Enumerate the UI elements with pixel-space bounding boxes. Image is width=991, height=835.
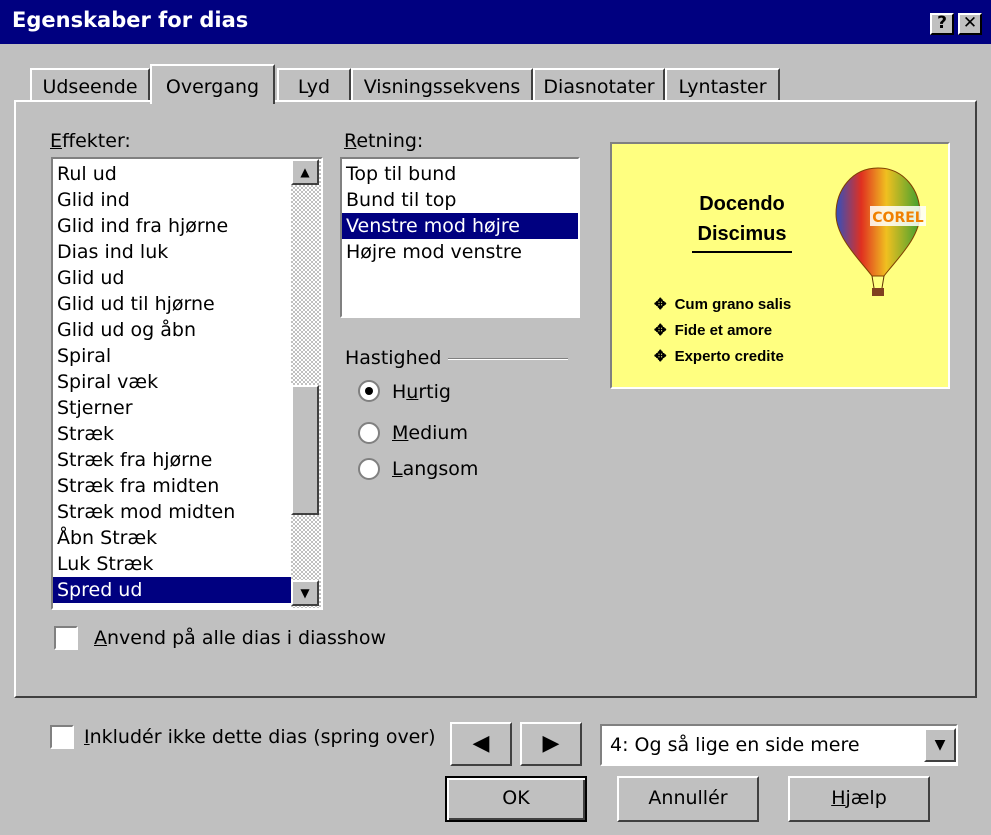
preview-bullets: ✥ Cum grano salis ✥ Fide et amore ✥ Experto c…: [654, 292, 791, 370]
ok-button[interactable]: OK: [445, 776, 587, 822]
preview-bullet-text: Fide et amore: [674, 322, 773, 339]
direction-label: Retning:: [344, 130, 424, 152]
effects-listbox[interactable]: Rul ud Glid ind Glid ind fra hjørne Dias in…: [51, 157, 323, 610]
preview-title: Docendo Discimus: [672, 189, 812, 249]
effect-item[interactable]: Spred ud: [53, 577, 291, 603]
tab-overgang[interactable]: Overgang: [150, 64, 275, 104]
effect-item[interactable]: Glid ud til hjørne: [53, 291, 291, 317]
direction-listbox[interactable]: Top til bund Bund til top Venstre mod højr…: [340, 157, 580, 318]
close-icon[interactable]: ✕: [958, 13, 982, 35]
effect-item[interactable]: Dias ind luk: [53, 239, 291, 265]
effect-item[interactable]: Spiral væk: [53, 369, 291, 395]
effect-item[interactable]: Glid ud og åbn: [53, 317, 291, 343]
tab-visningssekvens[interactable]: Visningssekvens: [351, 68, 533, 102]
tab-udseende[interactable]: Udseende: [30, 68, 150, 102]
bullet-icon: ✥: [654, 348, 667, 365]
speed-radio-hurtig[interactable]: [358, 380, 380, 402]
effect-item[interactable]: Glid ind fra hjørne: [53, 213, 291, 239]
tab-lyd[interactable]: Lyd: [277, 68, 351, 102]
speed-option-hurtig[interactable]: Hurtig: [392, 381, 451, 403]
tab-panel: Effekter: Rul ud Glid ind Glid ind fra hjø…: [14, 100, 977, 698]
window-title: Egenskaber for dias: [12, 8, 249, 32]
effect-item[interactable]: Stræk: [53, 421, 291, 447]
balloon-icon: COREL: [835, 167, 926, 296]
skip-slide-label[interactable]: Inkludér ikke dette dias (spring over): [84, 726, 436, 748]
apply-all-label[interactable]: Anvend på alle dias i diasshow: [94, 627, 386, 649]
effect-item[interactable]: Stræk mod midten: [53, 499, 291, 525]
next-slide-button[interactable]: ▶: [520, 722, 582, 766]
scroll-thumb[interactable]: [291, 385, 319, 515]
preview-title-line1: Docendo: [699, 193, 785, 215]
chevron-down-icon[interactable]: ▼: [924, 728, 956, 762]
effects-scrollbar[interactable]: ▲ ▼: [291, 159, 321, 608]
direction-item[interactable]: Bund til top: [342, 187, 578, 213]
effect-item[interactable]: Glid ind: [53, 187, 291, 213]
speed-option-langsom[interactable]: Langsom: [392, 458, 478, 480]
effect-item[interactable]: Stræk fra hjørne: [53, 447, 291, 473]
direction-item[interactable]: Højre mod venstre: [342, 239, 578, 265]
bullet-icon: ✥: [654, 296, 667, 313]
effect-item[interactable]: Spiral: [53, 343, 291, 369]
preview-bullet: ✥ Cum grano salis: [654, 292, 791, 318]
preview-title-line2: Discimus: [697, 223, 787, 245]
preview-bullet-text: Experto credite: [674, 348, 784, 365]
effects-label: Effekter:: [50, 130, 131, 152]
preview-bullet: ✥ Experto credite: [654, 344, 791, 370]
bullet-icon: ✥: [654, 322, 667, 339]
effect-item[interactable]: Stjerner: [53, 395, 291, 421]
apply-all-checkbox[interactable]: [54, 626, 78, 650]
effects-label-text: ffekter:: [62, 130, 131, 152]
radio-selected-dot: [365, 387, 373, 395]
help-button[interactable]: Hjælp: [788, 776, 930, 822]
speed-option-medium[interactable]: Medium: [392, 422, 468, 444]
preview-bullet-text: Cum grano salis: [674, 296, 792, 313]
direction-label-text: etning:: [356, 130, 424, 152]
effect-item[interactable]: Rul ud: [53, 161, 291, 187]
speed-radio-langsom[interactable]: [358, 458, 380, 480]
effect-item[interactable]: Stræk fra midten: [53, 473, 291, 499]
speed-groupline: [448, 358, 568, 360]
help-title-button[interactable]: ?: [930, 13, 954, 35]
direction-item[interactable]: Top til bund: [342, 161, 578, 187]
transition-preview: Docendo Discimus COREL ✥ Cum grano salis ✥…: [610, 142, 950, 389]
skip-slide-checkbox[interactable]: [50, 725, 74, 749]
scroll-down-icon[interactable]: ▼: [291, 580, 319, 606]
direction-item[interactable]: Venstre mod højre: [342, 213, 578, 239]
scroll-up-icon[interactable]: ▲: [291, 159, 319, 185]
preview-title-underline: [692, 251, 792, 253]
effect-item[interactable]: Glid ud: [53, 265, 291, 291]
preview-bullet: ✥ Fide et amore: [654, 318, 791, 344]
cancel-button[interactable]: Annullér: [617, 776, 759, 822]
balloon-label: COREL: [872, 210, 924, 226]
speed-radio-medium[interactable]: [358, 422, 380, 444]
slide-select[interactable]: 4: Og så lige en side mere ▼: [600, 724, 958, 766]
effect-item[interactable]: Luk Stræk: [53, 551, 291, 577]
speed-label: Hastighed: [345, 347, 442, 369]
tab-diasnotater[interactable]: Diasnotater: [533, 68, 665, 102]
effect-item[interactable]: Åbn Stræk: [53, 525, 291, 551]
slide-select-value: 4: Og så lige en side mere: [610, 734, 860, 756]
prev-slide-button[interactable]: ◀: [450, 722, 512, 766]
title-bar[interactable]: Egenskaber for dias ? ✕: [0, 0, 991, 44]
effects-list[interactable]: Rul ud Glid ind Glid ind fra hjørne Dias in…: [53, 161, 291, 608]
tab-lyntaster[interactable]: Lyntaster: [665, 68, 780, 102]
